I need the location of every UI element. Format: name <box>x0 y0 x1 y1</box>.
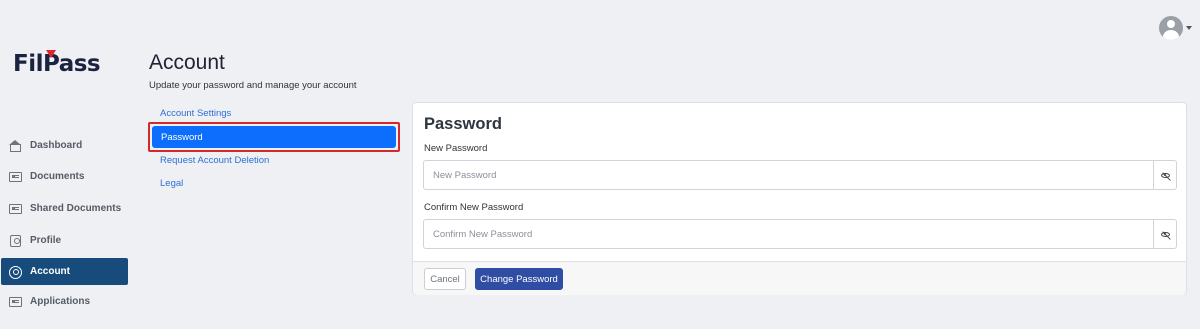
confirm-password-input[interactable] <box>424 220 1153 248</box>
user-avatar-icon[interactable] <box>1159 16 1183 40</box>
logo-text: FilPass <box>13 51 101 77</box>
page-subtitle: Update your password and manage your acc… <box>149 80 357 91</box>
confirm-password-group <box>423 219 1177 249</box>
sidebar-item-label: Profile <box>30 235 62 246</box>
brand-logo[interactable]: FilPass <box>13 50 101 78</box>
sidebar-item-label: Documents <box>30 171 85 182</box>
sidebar-item-documents[interactable]: Documents <box>1 163 128 190</box>
password-card: Password New Password Confirm New Passwo… <box>412 102 1187 295</box>
account-menu-password[interactable]: Password <box>152 126 396 148</box>
sidebar-item-label: Dashboard <box>30 140 83 151</box>
user-circle-icon <box>9 265 22 279</box>
account-menu-settings[interactable]: Account Settings <box>160 108 231 119</box>
sidebar-item-profile[interactable]: Profile <box>1 227 128 254</box>
id-card-icon <box>9 171 22 183</box>
sidebar-item-account[interactable]: Account <box>1 258 128 285</box>
id-card-icon <box>9 203 22 215</box>
card-footer: Cancel Change Password <box>413 261 1186 295</box>
user-menu-toggle[interactable] <box>1159 16 1200 40</box>
account-menu-password-highlight: Password <box>148 122 400 152</box>
sidebar-item-label: Applications <box>30 296 91 307</box>
account-menu-request-deletion[interactable]: Request Account Deletion <box>160 155 269 166</box>
home-icon <box>9 139 22 152</box>
confirm-password-label: Confirm New Password <box>424 202 524 213</box>
sidebar-item-label: Shared Documents <box>30 203 122 214</box>
caret-down-icon <box>1186 26 1192 30</box>
sidebar-item-applications[interactable]: Applications <box>1 288 128 315</box>
change-password-button[interactable]: Change Password <box>475 268 563 290</box>
sidebar-item-label: Account <box>30 266 70 277</box>
sidebar-item-shared-documents[interactable]: Shared Documents <box>1 195 128 222</box>
new-password-group <box>423 160 1177 190</box>
page-title: Account <box>149 51 225 74</box>
account-menu-legal[interactable]: Legal <box>160 178 183 189</box>
eye-slash-icon <box>1160 172 1170 178</box>
card-title: Password <box>424 115 502 133</box>
toggle-new-password-visibility[interactable] <box>1153 161 1176 189</box>
id-card-icon <box>9 296 22 308</box>
profile-badge-icon <box>9 234 22 247</box>
cancel-button[interactable]: Cancel <box>424 268 466 290</box>
new-password-label: New Password <box>424 143 488 154</box>
logo-accent-mark <box>46 50 56 58</box>
toggle-confirm-password-visibility[interactable] <box>1153 220 1176 248</box>
sidebar-item-dashboard[interactable]: Dashboard <box>1 132 128 159</box>
new-password-input[interactable] <box>424 161 1153 189</box>
eye-slash-icon <box>1160 231 1170 237</box>
